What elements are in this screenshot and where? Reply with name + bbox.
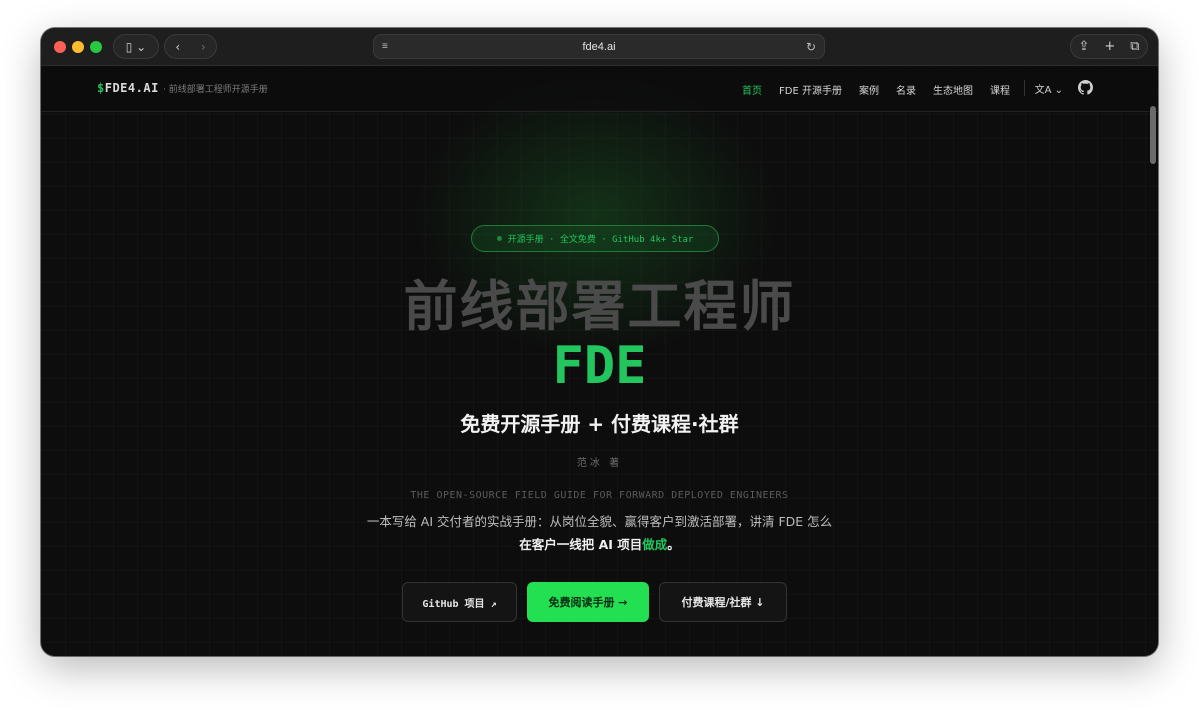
menu-item-ecosystem-map[interactable]: 生态地图 bbox=[933, 82, 973, 97]
hero-english-tagline: THE OPEN-SOURCE FIELD GUIDE FOR FORWARD … bbox=[410, 490, 789, 501]
menu-item-cases[interactable]: 案例 bbox=[859, 82, 879, 97]
github-icon[interactable] bbox=[1078, 80, 1093, 95]
paid-course-button[interactable]: 付费课程/社群 ↓ bbox=[659, 582, 787, 622]
page-scrollbar[interactable] bbox=[1150, 106, 1156, 164]
hero-description-line1: 一本写给 AI 交付者的实战手册：从岗位全貌、赢得客户到激活部署，讲清 FDE … bbox=[366, 514, 833, 529]
back-icon[interactable]: ‹ bbox=[165, 40, 191, 54]
hero-subtitle: 免费开源手册 + 付费课程·社群 bbox=[460, 412, 739, 436]
hero-author: 范冰 著 bbox=[576, 458, 623, 469]
forward-icon[interactable]: › bbox=[191, 40, 217, 54]
menu-divider bbox=[1024, 80, 1025, 96]
language-switcher-icon[interactable]: 文A ⌄ bbox=[1035, 81, 1063, 96]
browser-toolbar: ▯ ⌄ ‹ › ≡ fde4.ai ↻ ⇪ + ⧉ bbox=[41, 28, 1158, 66]
desc-post: 。 bbox=[667, 537, 680, 552]
site-header: $FDE4.AI · 前线部署工程师开源手册 首页 FDE 开源手册 案例 名录… bbox=[41, 66, 1158, 112]
site-tagline: · 前线部署工程师开源手册 bbox=[163, 85, 268, 95]
menu-item-directory[interactable]: 名录 bbox=[896, 82, 916, 97]
history-nav: ‹ › bbox=[164, 34, 217, 59]
site-logo[interactable]: $FDE4.AI bbox=[97, 81, 159, 95]
logo-prefix: $ bbox=[97, 81, 105, 95]
address-url: fde4.ai bbox=[582, 40, 616, 53]
menu-item-home[interactable]: 首页 bbox=[742, 82, 762, 97]
read-handbook-button[interactable]: 免费阅读手册 → bbox=[527, 582, 649, 622]
desc-pre: 在客户一线把 AI 项目 bbox=[519, 537, 643, 552]
browser-window: ▯ ⌄ ‹ › ≡ fde4.ai ↻ ⇪ + ⧉ $FDE4.AI · 前线部… bbox=[41, 28, 1158, 656]
hero-badge: 开源手册 · 全文免费 · GitHub 4k+ Star bbox=[471, 225, 719, 252]
hero-title: 前线部署工程师 bbox=[403, 275, 796, 338]
github-project-button[interactable]: GitHub 项目 ↗ bbox=[402, 582, 517, 622]
close-window-button[interactable] bbox=[54, 41, 66, 53]
menu-item-handbook[interactable]: FDE 开源手册 bbox=[779, 82, 842, 97]
page-viewport: $FDE4.AI · 前线部署工程师开源手册 首页 FDE 开源手册 案例 名录… bbox=[41, 66, 1158, 656]
menu-item-courses[interactable]: 课程 bbox=[990, 82, 1010, 97]
toolbar-actions: ⇪ + ⧉ bbox=[1070, 34, 1148, 59]
page-menu-icon[interactable]: ≡ bbox=[382, 41, 388, 52]
main-menu: 首页 FDE 开源手册 案例 名录 生态地图 课程 bbox=[742, 82, 1010, 97]
logo-text: FDE4.AI bbox=[104, 81, 159, 95]
sidebar-icon: ▯ ⌄ bbox=[125, 39, 147, 54]
hero-description-line2: 在客户一线把 AI 项目做成。 bbox=[41, 534, 1158, 553]
minimize-window-button[interactable] bbox=[72, 41, 84, 53]
hero-title-accent: FDE bbox=[552, 336, 647, 396]
zoom-window-button[interactable] bbox=[90, 41, 102, 53]
badge-text: 开源手册 · 全文免费 · GitHub 4k+ Star bbox=[507, 235, 694, 245]
tab-overview-icon[interactable]: ⧉ bbox=[1130, 39, 1139, 54]
new-tab-icon[interactable]: + bbox=[1104, 39, 1115, 54]
badge-dot-icon bbox=[496, 236, 502, 241]
desc-highlight: 做成 bbox=[642, 537, 668, 552]
address-bar[interactable]: ≡ fde4.ai ↻ bbox=[373, 34, 825, 59]
sidebar-toggle-button[interactable]: ▯ ⌄ bbox=[113, 34, 159, 59]
share-icon[interactable]: ⇪ bbox=[1078, 39, 1089, 54]
reload-icon[interactable]: ↻ bbox=[806, 40, 816, 54]
